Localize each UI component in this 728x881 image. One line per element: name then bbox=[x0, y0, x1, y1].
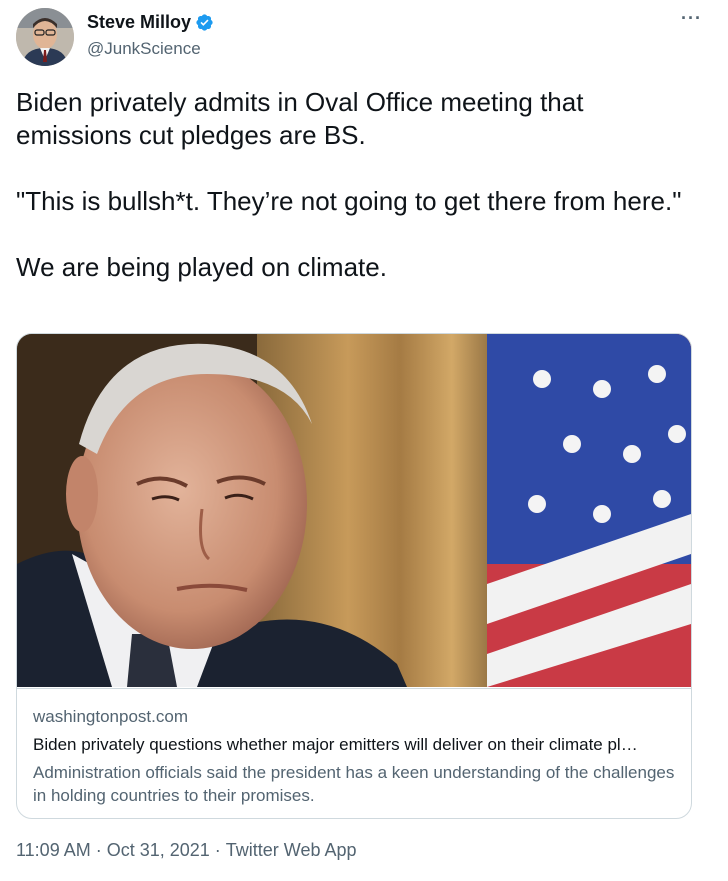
tweet-source[interactable]: Twitter Web App bbox=[226, 840, 357, 861]
tweet-date[interactable]: Oct 31, 2021 bbox=[107, 840, 210, 861]
tweet-paragraph-3: We are being played on climate. bbox=[16, 252, 387, 282]
link-card-description: Administration officials said the presid… bbox=[33, 763, 675, 805]
tweet-text: Biden privately admits in Oval Office me… bbox=[16, 86, 706, 284]
meta-separator: · bbox=[209, 840, 226, 860]
avatar[interactable] bbox=[16, 8, 74, 66]
verified-badge-icon bbox=[196, 14, 213, 31]
tweet: Steve Milloy @JunkScience ··· Biden priv… bbox=[0, 0, 728, 881]
tweet-time[interactable]: 11:09 AM bbox=[16, 840, 91, 861]
tweet-paragraph-1: Biden privately admits in Oval Office me… bbox=[16, 87, 584, 150]
author-name-row[interactable]: Steve Milloy bbox=[87, 12, 214, 33]
tweet-metadata: 11:09 AM · Oct 31, 2021 · Twitter Web Ap… bbox=[16, 840, 357, 861]
author-display-name[interactable]: Steve Milloy bbox=[87, 12, 191, 33]
link-card-title: Biden privately questions whether major … bbox=[33, 735, 638, 754]
avatar-photo bbox=[16, 8, 74, 66]
author-handle[interactable]: @JunkScience bbox=[87, 39, 201, 59]
link-card[interactable]: washingtonpost.com Biden privately quest… bbox=[16, 333, 692, 819]
link-card-domain: washingtonpost.com bbox=[33, 707, 188, 726]
more-options-icon[interactable]: ··· bbox=[681, 8, 702, 29]
tweet-paragraph-2: "This is bullsh*t. They’re not going to … bbox=[16, 186, 682, 216]
link-card-image[interactable] bbox=[17, 334, 691, 687]
meta-separator: · bbox=[90, 840, 107, 860]
link-card-info[interactable]: washingtonpost.com Biden privately quest… bbox=[17, 688, 691, 818]
